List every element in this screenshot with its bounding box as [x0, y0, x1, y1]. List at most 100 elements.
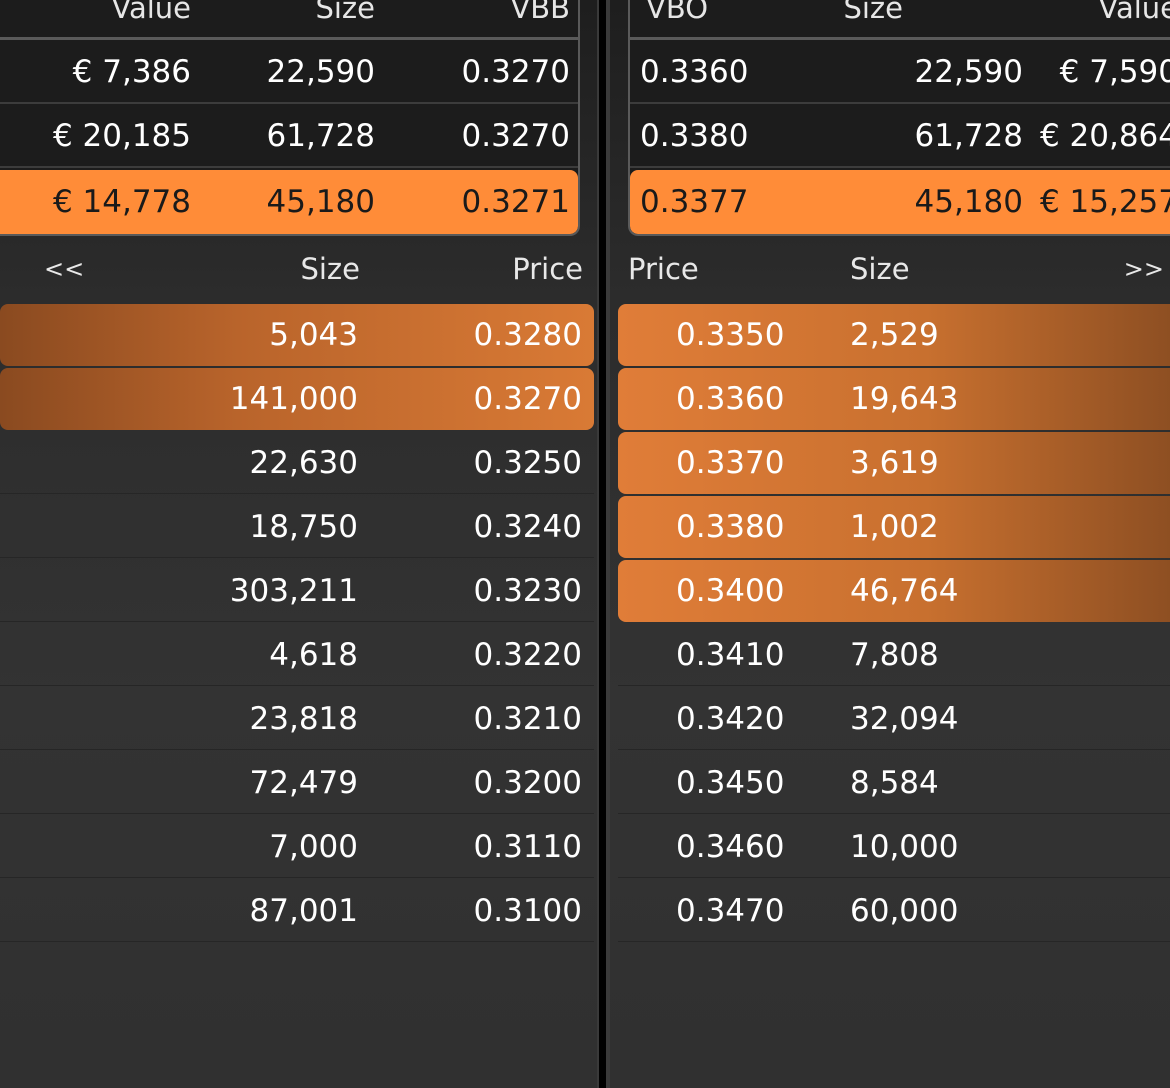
ask-summary-size: 45,180	[914, 184, 1023, 220]
bid-summary-value: € 7,386	[72, 54, 191, 90]
bid-book-header: << Size Price	[0, 238, 597, 300]
bid-book-price: 0.3110	[473, 829, 582, 865]
bid-summary-size: 22,590	[266, 54, 375, 90]
bid-panel: Value Size VBB € 7,386 22,590 0.3270 € 2…	[0, 0, 597, 1088]
bid-summary-price: 0.3270	[461, 54, 570, 90]
bid-book-row[interactable]: 4,618 0.3220	[0, 624, 594, 686]
bid-summary-header: Value Size VBB	[0, 0, 578, 40]
bid-summary-size: 45,180	[266, 184, 375, 220]
ask-book-price: 0.3420	[676, 701, 785, 737]
ask-summary-value: € 20,864	[1039, 118, 1170, 154]
ask-summary-row[interactable]: 0.3360 22,590 € 7,590	[630, 40, 1170, 104]
bid-book-price: 0.3200	[473, 765, 582, 801]
ask-book-price: 0.3450	[676, 765, 785, 801]
panel-divider	[597, 0, 610, 1088]
bid-book-row[interactable]: 303,211 0.3230	[0, 560, 594, 622]
ask-book-row[interactable]: 0.3420 32,094	[618, 688, 1170, 750]
bid-book-price: 0.3250	[473, 445, 582, 481]
bid-summary-row[interactable]: € 7,386 22,590 0.3270	[0, 40, 578, 104]
ask-book-row[interactable]: 0.3370 3,619	[618, 432, 1170, 494]
bid-book-price-header: Price	[512, 252, 583, 286]
ask-book-size: 19,643	[850, 381, 959, 417]
ask-summary-row-selected[interactable]: 0.3377 45,180 € 15,257	[630, 170, 1170, 234]
bid-book-price: 0.3280	[473, 317, 582, 353]
bid-book-size: 72,479	[249, 765, 358, 801]
ask-book-row[interactable]: 0.3460 10,000	[618, 816, 1170, 878]
order-book-screen: Value Size VBB € 7,386 22,590 0.3270 € 2…	[0, 0, 1170, 1088]
ask-book-row[interactable]: 0.3350 2,529	[618, 304, 1170, 366]
ask-summary-price: 0.3377	[640, 184, 749, 220]
ask-book-row[interactable]: 0.3380 1,002	[618, 496, 1170, 558]
ask-summary-table: VBO Size Value 0.3360 22,590 € 7,590 0.3…	[628, 0, 1170, 236]
bid-book-price: 0.3220	[473, 637, 582, 673]
ask-summary-size: 61,728	[914, 118, 1023, 154]
bid-book-row[interactable]: 7,000 0.3110	[0, 816, 594, 878]
ask-summary-row[interactable]: 0.3380 61,728 € 20,864	[630, 104, 1170, 168]
ask-summary-value: € 7,590	[1059, 54, 1170, 90]
bid-book-price: 0.3210	[473, 701, 582, 737]
ask-book-price: 0.3460	[676, 829, 785, 865]
ask-book-row[interactable]: 0.3360 19,643	[618, 368, 1170, 430]
bid-book-price: 0.3270	[473, 381, 582, 417]
bid-book-size: 87,001	[249, 893, 358, 929]
ask-book-row[interactable]: 0.3450 8,584	[618, 752, 1170, 814]
bid-book-row[interactable]: 18,750 0.3240	[0, 496, 594, 558]
bid-book-size: 303,211	[229, 573, 358, 609]
bid-summary-vbb-header: VBB	[510, 0, 570, 25]
ask-panel: VBO Size Value 0.3360 22,590 € 7,590 0.3…	[610, 0, 1170, 1088]
ask-book-header: Price Size >>	[610, 238, 1170, 300]
ask-summary-value: € 15,257	[1039, 184, 1170, 220]
ask-book-size: 3,619	[850, 445, 939, 481]
ask-book-size: 46,764	[850, 573, 959, 609]
ask-book-size: 10,000	[850, 829, 959, 865]
ask-summary-header: VBO Size Value	[630, 0, 1170, 40]
bid-summary-price: 0.3270	[461, 118, 570, 154]
bid-summary-row-selected[interactable]: € 14,778 45,180 0.3271	[0, 170, 578, 234]
bid-summary-value: € 14,778	[52, 184, 191, 220]
ask-book-size: 60,000	[850, 893, 959, 929]
bid-book-row[interactable]: 22,630 0.3250	[0, 432, 594, 494]
bid-book-size: 4,618	[269, 637, 358, 673]
bid-summary-value: € 20,185	[52, 118, 191, 154]
bid-summary-size-header: Size	[315, 0, 375, 25]
bid-book-size: 5,043	[269, 317, 358, 353]
ask-book-size: 32,094	[850, 701, 959, 737]
ask-book-price: 0.3380	[676, 509, 785, 545]
bid-book-prev-button[interactable]: <<	[44, 238, 84, 300]
ask-book-row[interactable]: 0.3400 46,764	[618, 560, 1170, 622]
bid-book-row[interactable]: 72,479 0.3200	[0, 752, 594, 814]
ask-book-size: 2,529	[850, 317, 939, 353]
bid-book-size: 7,000	[269, 829, 358, 865]
ask-book-size: 1,002	[850, 509, 939, 545]
ask-summary-size: 22,590	[914, 54, 1023, 90]
ask-summary-price: 0.3380	[640, 118, 749, 154]
ask-book-next-button[interactable]: >>	[1124, 238, 1164, 300]
bid-summary-table: Value Size VBB € 7,386 22,590 0.3270 € 2…	[0, 0, 580, 236]
ask-summary-vbo-header: VBO	[646, 0, 709, 25]
ask-summary-size-header: Size	[843, 0, 903, 25]
ask-book-price: 0.3410	[676, 637, 785, 673]
bid-book-row[interactable]: 87,001 0.3100	[0, 880, 594, 942]
ask-book-price: 0.3400	[676, 573, 785, 609]
ask-book-size-header: Size	[850, 252, 910, 286]
bid-summary-row[interactable]: € 20,185 61,728 0.3270	[0, 104, 578, 168]
ask-book-size: 8,584	[850, 765, 939, 801]
bid-book-price: 0.3240	[473, 509, 582, 545]
bid-book-row[interactable]: 23,818 0.3210	[0, 688, 594, 750]
ask-summary-price: 0.3360	[640, 54, 749, 90]
bid-summary-price: 0.3271	[461, 184, 570, 220]
bid-book-row[interactable]: 141,000 0.3270	[0, 368, 594, 430]
ask-book-price: 0.3470	[676, 893, 785, 929]
bid-book-price: 0.3100	[473, 893, 582, 929]
bid-summary-value-header: Value	[111, 0, 191, 25]
bid-book-size: 141,000	[229, 381, 358, 417]
ask-book-price: 0.3350	[676, 317, 785, 353]
bid-book-row[interactable]: 5,043 0.3280	[0, 304, 594, 366]
bid-book-size: 23,818	[249, 701, 358, 737]
ask-book-price-header: Price	[628, 252, 699, 286]
bid-book-size: 18,750	[249, 509, 358, 545]
ask-book-row[interactable]: 0.3470 60,000	[618, 880, 1170, 942]
ask-book-row[interactable]: 0.3410 7,808	[618, 624, 1170, 686]
bid-book-size-header: Size	[300, 252, 360, 286]
bid-book-size: 22,630	[249, 445, 358, 481]
